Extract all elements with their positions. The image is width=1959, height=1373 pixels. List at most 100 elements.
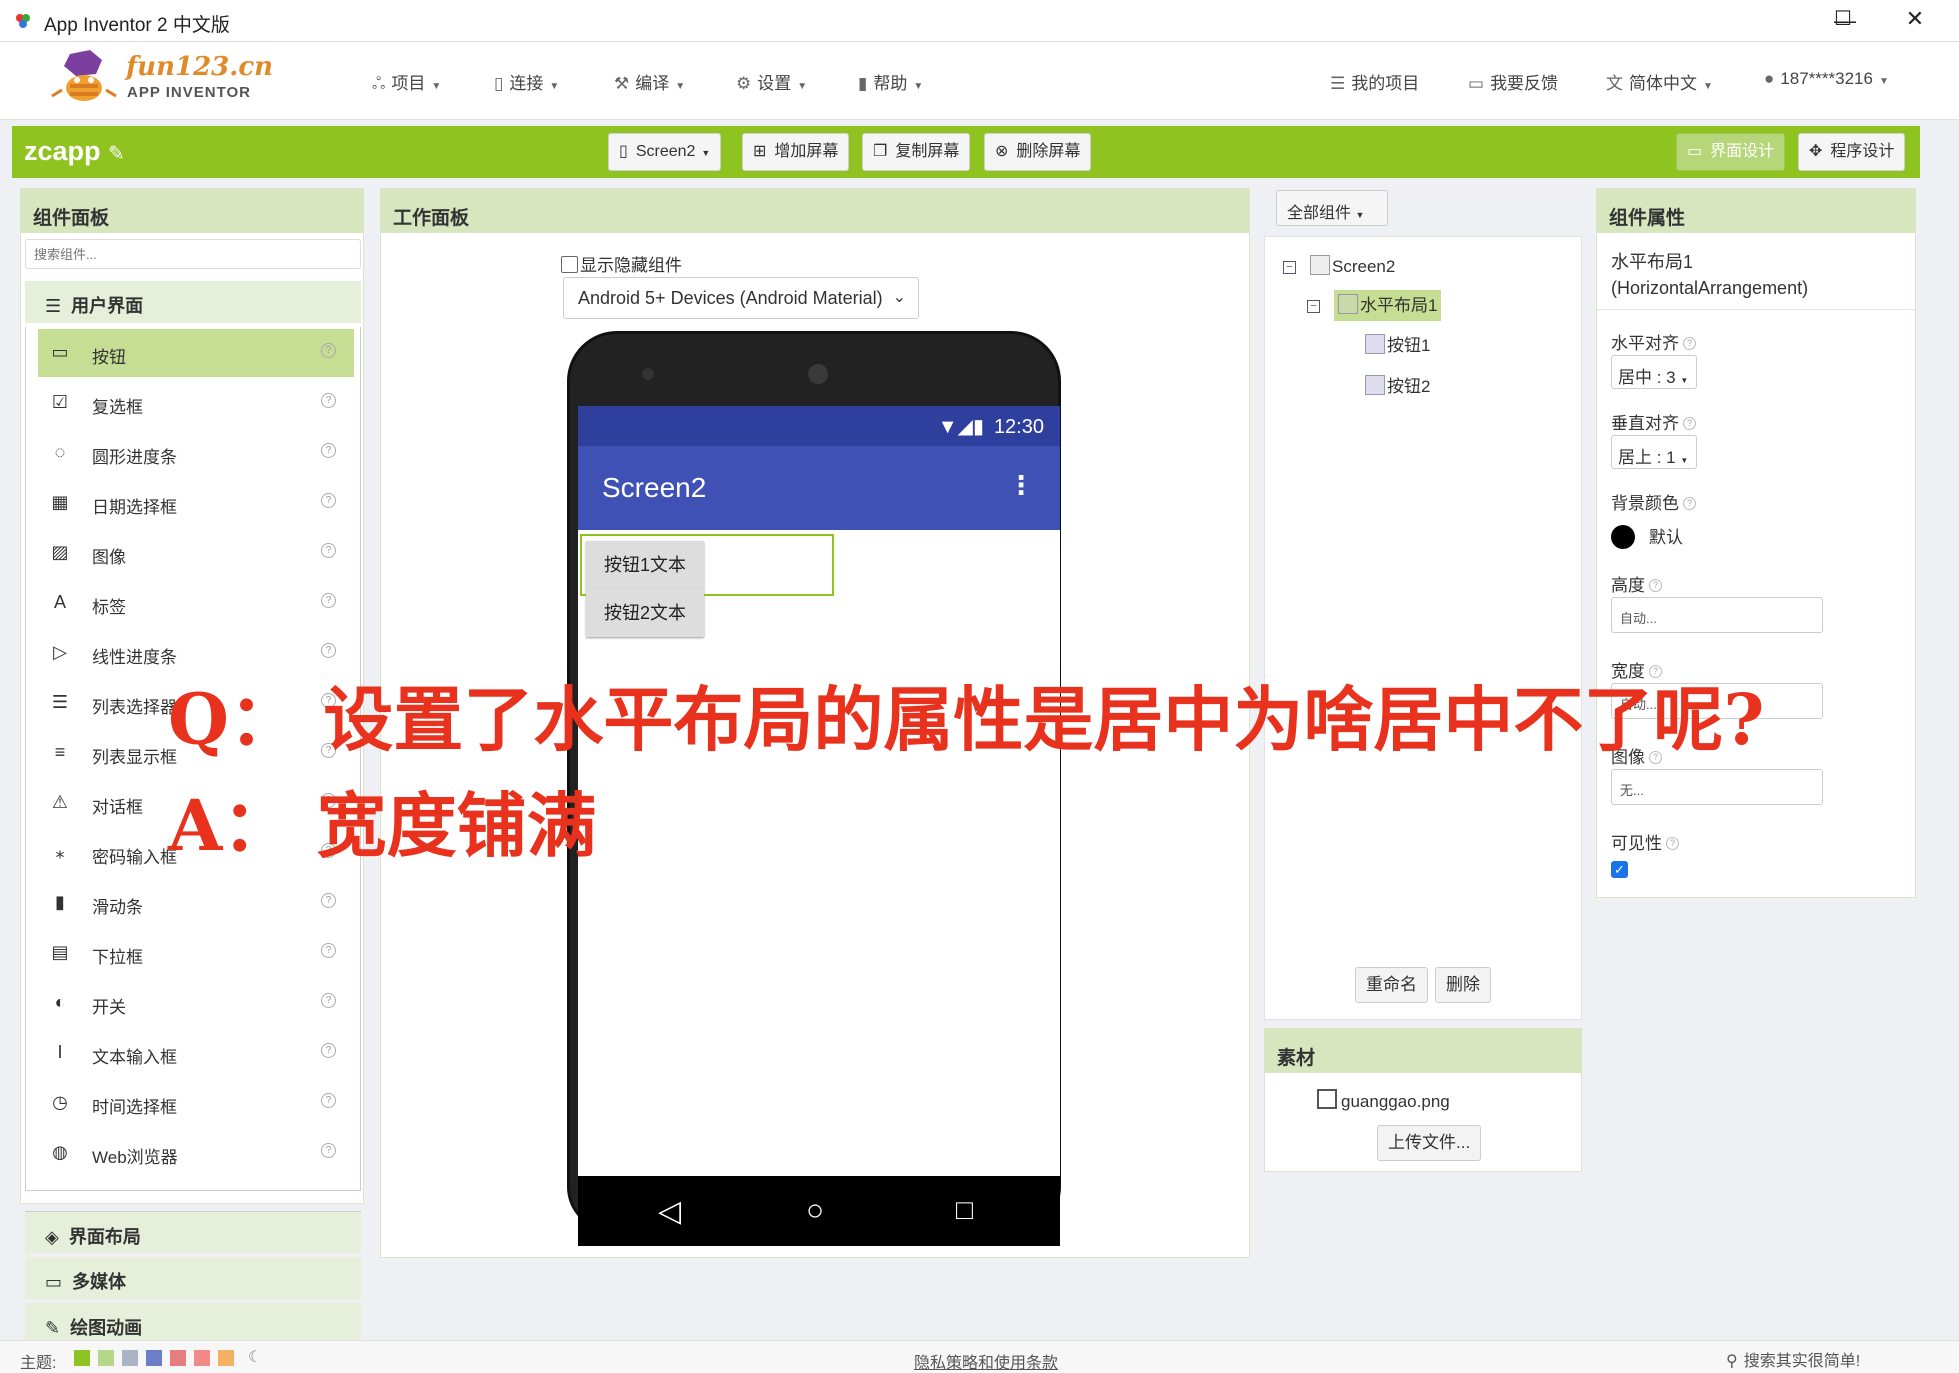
help-icon[interactable]: ? [321, 493, 336, 508]
category-layout[interactable]: ◈ 界面布局 [25, 1211, 361, 1253]
nav-language[interactable]: 文简体中文 ▼ [1606, 69, 1713, 94]
caret-icon: ▼ [1680, 376, 1689, 385]
palette-item[interactable]: ☑ 复选框? [38, 379, 354, 427]
palette-item[interactable]: I 文本输入框? [38, 1029, 354, 1077]
help-icon[interactable]: ? [1666, 837, 1679, 850]
components-filter-select[interactable]: 全部组件 ▼ [1276, 190, 1388, 226]
collapse-icon[interactable]: − [1283, 261, 1296, 274]
nav-build[interactable]: ⚒ 编译 ▼ [614, 69, 685, 94]
search-hint[interactable]: ⚲ 搜索其实很简单! [1726, 1347, 1860, 1371]
caret-icon: ▼ [1703, 81, 1713, 92]
help-icon[interactable]: ? [321, 443, 336, 458]
v-align-label: 垂直对齐? [1611, 409, 1696, 434]
collapse-icon[interactable]: − [1307, 300, 1320, 313]
h-align-select[interactable]: 居中 : 3 ▼ [1611, 355, 1697, 389]
height-label: 高度? [1611, 571, 1662, 596]
help-icon[interactable]: ? [321, 1093, 336, 1108]
help-icon[interactable]: ? [1649, 579, 1662, 592]
nav-project[interactable]: ஃ 项目 ▼ [372, 69, 441, 96]
asset-file[interactable]: guanggao.png [1317, 1089, 1450, 1112]
palette-item[interactable]: A 标签? [38, 579, 354, 627]
button2-preview[interactable]: 按钮2文本 [586, 589, 705, 637]
help-icon[interactable]: ? [1683, 497, 1696, 510]
help-icon[interactable]: ? [321, 343, 336, 358]
theme-swatch[interactable] [98, 1350, 114, 1366]
restore-button[interactable]: ☐ [1818, 4, 1868, 34]
palette-item[interactable]: ▤ 下拉框? [38, 929, 354, 977]
dark-mode-icon[interactable]: ☾ [248, 1347, 262, 1367]
project-name[interactable]: zcapp ✎ [24, 136, 125, 167]
palette-item[interactable]: ◌ 圆形进度条? [38, 429, 354, 477]
nav-feedback[interactable]: ▭ 我要反馈 [1468, 69, 1558, 94]
image-input[interactable]: 无... [1611, 769, 1823, 805]
help-icon[interactable]: ? [1683, 417, 1696, 430]
help-icon[interactable]: ? [1683, 337, 1696, 350]
screen-selector[interactable]: ▯ Screen2 ▼ [608, 133, 722, 171]
tree-node-button2[interactable]: 按钮2 [1365, 372, 1430, 397]
bg-color-picker[interactable]: 默认 [1611, 523, 1683, 549]
palette-item[interactable]: ▭ 按钮? [38, 329, 354, 377]
remove-screen-button[interactable]: ⊗ 删除屏幕 [984, 133, 1092, 171]
copy-screen-button[interactable]: ❐ 复制屏幕 [862, 133, 971, 171]
delete-button[interactable]: 删除 [1435, 967, 1491, 1003]
help-icon[interactable]: ? [321, 1043, 336, 1058]
checkbox-box[interactable] [561, 256, 578, 273]
screen-appbar: Screen2 ⋮ [578, 446, 1060, 530]
layers-icon: ◈ [45, 1227, 59, 1247]
theme-swatch[interactable] [146, 1350, 162, 1366]
blocks-button[interactable]: ✥ 程序设计 [1798, 133, 1906, 171]
add-screen-button[interactable]: ⊞ 增加屏幕 [742, 133, 850, 171]
category-drawing[interactable]: ✎ 绘图动画 [25, 1303, 361, 1345]
device-select[interactable]: Android 5+ Devices (Android Material) ⌄ [563, 277, 919, 319]
tree-node-screen[interactable]: − Screen2 [1283, 255, 1395, 277]
help-icon[interactable]: ? [321, 643, 336, 658]
nav-connect[interactable]: ▯ 连接 ▼ [494, 69, 559, 94]
theme-swatch[interactable] [194, 1350, 210, 1366]
palette-item[interactable]: ▮ 滑动条? [38, 879, 354, 927]
palette-item[interactable]: ▦ 日期选择框? [38, 479, 354, 527]
h-align-value: 居中 : 3 [1618, 368, 1676, 387]
theme-swatch[interactable] [218, 1350, 234, 1366]
help-icon[interactable]: ? [321, 1143, 336, 1158]
upload-file-button[interactable]: 上传文件... [1377, 1125, 1482, 1161]
component-icon: ☰ [51, 692, 69, 712]
help-icon[interactable]: ? [321, 943, 336, 958]
color-swatch[interactable] [1611, 525, 1635, 549]
horizontal-arrangement[interactable]: 按钮1文本按钮2文本 [580, 534, 834, 637]
nav-user[interactable]: ● 187****3216 ▼ [1764, 69, 1889, 89]
privacy-link[interactable]: 隐私策略和使用条款 [914, 1349, 1058, 1373]
category-user-interface[interactable]: ☰ 用户界面 [25, 281, 361, 323]
category-media[interactable]: ▭ 多媒体 [25, 1257, 361, 1299]
palette-search-input[interactable] [25, 239, 361, 269]
nav-my-projects[interactable]: ☰ 我的项目 [1330, 69, 1419, 94]
theme-swatch[interactable] [74, 1350, 90, 1366]
help-icon[interactable]: ? [321, 993, 336, 1008]
tree-node-button1[interactable]: 按钮1 [1365, 331, 1430, 356]
tree-node-label: 按钮2 [1387, 377, 1431, 396]
help-icon[interactable]: ? [321, 393, 336, 408]
rename-button[interactable]: 重命名 [1355, 967, 1428, 1003]
caret-icon: ▼ [797, 81, 808, 92]
help-icon[interactable]: ? [321, 893, 336, 908]
nav-settings[interactable]: ⚙ 设置 ▼ [736, 69, 807, 94]
visible-checkbox[interactable]: ✓ [1611, 861, 1628, 878]
palette-item[interactable]: ◐ 开关? [38, 979, 354, 1027]
pencil-icon[interactable]: ✎ [108, 143, 125, 165]
close-button[interactable]: ✕ [1890, 4, 1940, 34]
nav-project-label: 项目 [391, 74, 426, 93]
v-align-select[interactable]: 居上 : 1 ▼ [1611, 435, 1697, 469]
palette-item[interactable]: ▨ 图像? [38, 529, 354, 577]
designer-button[interactable]: ▭ 界面设计 [1676, 133, 1786, 171]
nav-help[interactable]: ▮ 帮助 ▼ [858, 69, 923, 94]
palette-item-label: 时间选择框 [92, 1098, 177, 1117]
height-input[interactable]: 自动... [1611, 597, 1823, 633]
tree-node-harrangement[interactable]: − 水平布局1 [1307, 290, 1442, 321]
show-hidden-checkbox[interactable]: 显示隐藏组件 [561, 251, 682, 276]
palette-item[interactable]: ◍ Web浏览器? [38, 1129, 354, 1177]
palette-item[interactable]: ◷ 时间选择框? [38, 1079, 354, 1127]
help-icon[interactable]: ? [321, 593, 336, 608]
help-icon[interactable]: ? [321, 543, 336, 558]
button1-preview[interactable]: 按钮1文本 [586, 541, 705, 589]
theme-swatch[interactable] [122, 1350, 138, 1366]
theme-swatch[interactable] [170, 1350, 186, 1366]
